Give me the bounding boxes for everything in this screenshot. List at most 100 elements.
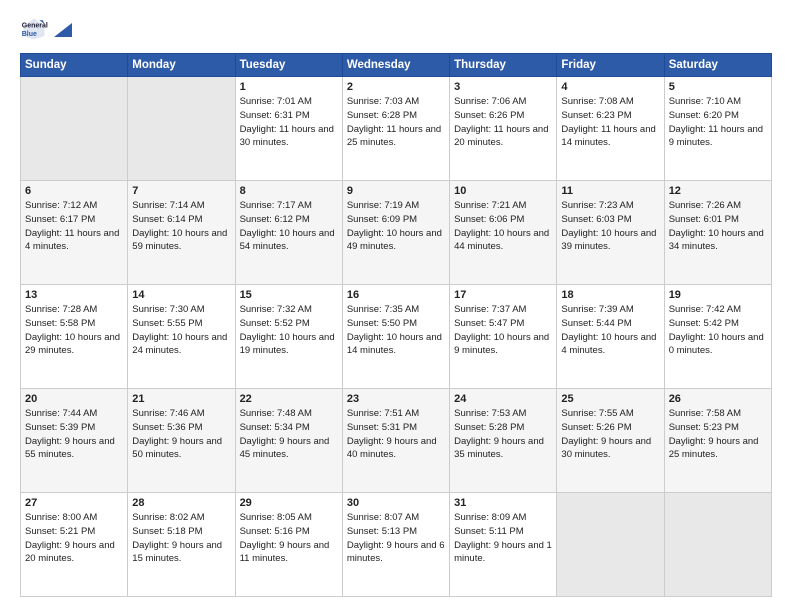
day-number: 30 (347, 497, 445, 509)
day-info: Sunrise: 7:39 AMSunset: 5:44 PMDaylight:… (561, 303, 659, 358)
sunrise-text: Sunrise: 7:10 AM (669, 96, 741, 107)
day-info: Sunrise: 7:32 AMSunset: 5:52 PMDaylight:… (240, 303, 338, 358)
day-number: 6 (25, 185, 123, 197)
sunrise-text: Sunrise: 7:30 AM (132, 304, 204, 315)
calendar: SundayMondayTuesdayWednesdayThursdayFrid… (20, 53, 772, 597)
logo: General Blue (20, 15, 72, 43)
sunrise-text: Sunrise: 8:05 AM (240, 512, 312, 523)
calendar-week-row: 20Sunrise: 7:44 AMSunset: 5:39 PMDayligh… (21, 389, 772, 493)
calendar-day-cell (557, 493, 664, 597)
day-info: Sunrise: 8:05 AMSunset: 5:16 PMDaylight:… (240, 511, 338, 566)
day-number: 4 (561, 81, 659, 93)
day-header-monday: Monday (128, 54, 235, 77)
daylight-text: Daylight: 10 hours and 44 minutes. (454, 228, 549, 253)
sunset-text: Sunset: 6:26 PM (454, 110, 524, 121)
calendar-day-cell: 12 Sunrise: 7:26 AMSunset: 6:01 PMDayligh… (664, 181, 771, 285)
sunrise-text: Sunrise: 8:07 AM (347, 512, 419, 523)
day-number: 16 (347, 289, 445, 301)
daylight-text: Daylight: 9 hours and 35 minutes. (454, 436, 544, 461)
day-number: 3 (454, 81, 552, 93)
sunrise-text: Sunrise: 8:00 AM (25, 512, 97, 523)
calendar-body: 1Sunrise: 7:01 AMSunset: 6:31 PMDaylight… (21, 77, 772, 597)
daylight-text: Daylight: 10 hours and 54 minutes. (240, 228, 335, 253)
sunrise-text: Sunrise: 7:19 AM (347, 200, 419, 211)
sunset-text: Sunset: 5:26 PM (561, 422, 631, 433)
day-number: 17 (454, 289, 552, 301)
day-number: 31 (454, 497, 552, 509)
day-number: 18 (561, 289, 659, 301)
daylight-text: Daylight: 10 hours and 29 minutes. (25, 332, 120, 357)
day-info: Sunrise: 7:26 AMSunset: 6:01 PMDaylight:… (669, 199, 767, 254)
day-number: 23 (347, 393, 445, 405)
daylight-text: Daylight: 9 hours and 45 minutes. (240, 436, 330, 461)
calendar-day-cell: 2Sunrise: 7:03 AMSunset: 6:28 PMDaylight… (342, 77, 449, 181)
daylight-text: Daylight: 10 hours and 39 minutes. (561, 228, 656, 253)
day-number: 1 (240, 81, 338, 93)
sunset-text: Sunset: 5:23 PM (669, 422, 739, 433)
calendar-day-cell: 26Sunrise: 7:58 AMSunset: 5:23 PMDayligh… (664, 389, 771, 493)
calendar-week-row: 1Sunrise: 7:01 AMSunset: 6:31 PMDaylight… (21, 77, 772, 181)
sunset-text: Sunset: 5:39 PM (25, 422, 95, 433)
calendar-week-row: 6 Sunrise: 7:12 AMSunset: 6:17 PMDaylight… (21, 181, 772, 285)
calendar-day-cell: 3 Sunrise: 7:06 AMSunset: 6:26 PMDaylight… (450, 77, 557, 181)
sunset-text: Sunset: 5:50 PM (347, 318, 417, 329)
sunset-text: Sunset: 6:20 PM (669, 110, 739, 121)
sunset-text: Sunset: 5:58 PM (25, 318, 95, 329)
calendar-day-cell: 19Sunrise: 7:42 AMSunset: 5:42 PMDayligh… (664, 285, 771, 389)
sunset-text: Sunset: 5:16 PM (240, 526, 310, 537)
day-info: Sunrise: 7:48 AMSunset: 5:34 PMDaylight:… (240, 407, 338, 462)
calendar-day-cell: 9Sunrise: 7:19 AMSunset: 6:09 PMDaylight… (342, 181, 449, 285)
sunrise-text: Sunrise: 7:26 AM (669, 200, 741, 211)
calendar-day-cell: 4Sunrise: 7:08 AMSunset: 6:23 PMDaylight… (557, 77, 664, 181)
sunset-text: Sunset: 5:11 PM (454, 526, 524, 537)
daylight-text: Daylight: 10 hours and 4 minutes. (561, 332, 656, 357)
page-header: General Blue (20, 15, 772, 43)
daylight-text: Daylight: 10 hours and 14 minutes. (347, 332, 442, 357)
day-info: Sunrise: 7:06 AMSunset: 6:26 PMDaylight:… (454, 95, 552, 150)
day-info: Sunrise: 7:28 AM Sunset: 5:58 PM Daylight:… (25, 303, 123, 358)
day-number: 9 (347, 185, 445, 197)
sunset-text: Sunset: 5:21 PM (25, 526, 95, 537)
day-number: 29 (240, 497, 338, 509)
calendar-day-cell: 20Sunrise: 7:44 AMSunset: 5:39 PMDayligh… (21, 389, 128, 493)
day-info: Sunrise: 7:12 AMSunset: 6:17 PMDaylight:… (25, 199, 123, 254)
sunrise-text: Sunrise: 7:32 AM (240, 304, 312, 315)
day-number: 10 (454, 185, 552, 197)
calendar-day-cell: 27Sunrise: 8:00 AMSunset: 5:21 PMDayligh… (21, 493, 128, 597)
calendar-day-cell: 23Sunrise: 7:51 AMSunset: 5:31 PMDayligh… (342, 389, 449, 493)
day-header-tuesday: Tuesday (235, 54, 342, 77)
sunrise-text: Sunrise: 7:44 AM (25, 408, 97, 419)
sunrise-text: Sunrise: 7:48 AM (240, 408, 312, 419)
day-info: Sunrise: 7:10 AMSunset: 6:20 PMDaylight:… (669, 95, 767, 150)
daylight-text: Daylight: 11 hours and 4 minutes. (25, 228, 119, 253)
day-number: 15 (240, 289, 338, 301)
day-info: Sunrise: 7:53 AMSunset: 5:28 PMDaylight:… (454, 407, 552, 462)
sunset-text: Sunset: 5:31 PM (347, 422, 417, 433)
sunrise-text: Sunrise: 7:37 AM (454, 304, 526, 315)
day-info: Sunrise: 7:03 AMSunset: 6:28 PMDaylight:… (347, 95, 445, 150)
sunset-text: Sunset: 6:09 PM (347, 214, 417, 225)
calendar-day-cell: 31Sunrise: 8:09 AMSunset: 5:11 PMDayligh… (450, 493, 557, 597)
calendar-day-cell: 24Sunrise: 7:53 AMSunset: 5:28 PMDayligh… (450, 389, 557, 493)
calendar-day-cell: 22Sunrise: 7:48 AMSunset: 5:34 PMDayligh… (235, 389, 342, 493)
sunset-text: Sunset: 6:14 PM (132, 214, 202, 225)
daylight-text: Daylight: 11 hours and 30 minutes. (240, 124, 334, 149)
calendar-day-cell: 10Sunrise: 7:21 AMSunset: 6:06 PMDayligh… (450, 181, 557, 285)
daylight-text: Daylight: 10 hours and 34 minutes. (669, 228, 764, 253)
daylight-text: Daylight: 9 hours and 40 minutes. (347, 436, 437, 461)
day-info: Sunrise: 7:42 AMSunset: 5:42 PMDaylight:… (669, 303, 767, 358)
calendar-week-row: 13Sunrise: 7:28 AMSunset: 5:58 PMDayligh… (21, 285, 772, 389)
day-number: 27 (25, 497, 123, 509)
sunrise-text: Sunrise: 7:28 AM (25, 304, 97, 315)
sunset-text: Sunset: 5:18 PM (132, 526, 202, 537)
day-number: 8 (240, 185, 338, 197)
day-number: 12 (669, 185, 767, 197)
sunset-text: Sunset: 6:31 PM (240, 110, 310, 121)
sunrise-text: Sunrise: 7:42 AM (669, 304, 741, 315)
calendar-day-cell: 5Sunrise: 7:10 AMSunset: 6:20 PMDaylight… (664, 77, 771, 181)
sunset-text: Sunset: 5:52 PM (240, 318, 310, 329)
sunset-text: Sunset: 5:42 PM (669, 318, 739, 329)
day-number: 11 (561, 185, 659, 197)
sunset-text: Sunset: 6:12 PM (240, 214, 310, 225)
sunset-text: Sunset: 5:28 PM (454, 422, 524, 433)
